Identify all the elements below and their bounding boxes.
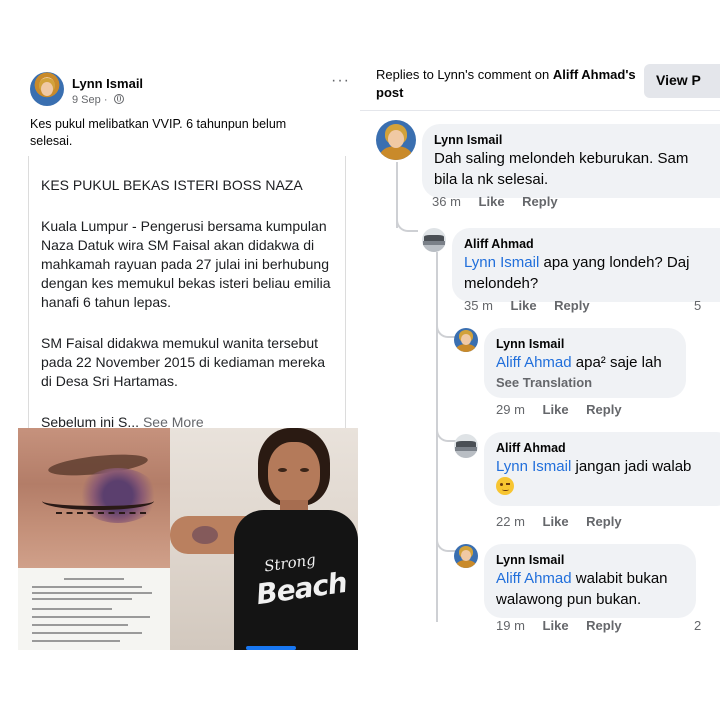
globe-icon bbox=[113, 94, 124, 104]
comment-avatar-aliff[interactable] bbox=[422, 228, 446, 252]
comment-actions: 19 m Like Reply bbox=[496, 618, 636, 633]
comment-actions: 36 m Like Reply bbox=[432, 194, 572, 209]
post-caption: Kes pukul melibatkan VVIP. 6 tahunpun be… bbox=[30, 117, 287, 148]
comment-text-part: apa² saje lah bbox=[571, 354, 662, 371]
more-options-icon[interactable]: ··· bbox=[331, 72, 350, 90]
comment-avatar-lynn[interactable] bbox=[376, 120, 416, 160]
card-body: Kuala Lumpur - Pengerusi bersama kumpula… bbox=[41, 217, 333, 432]
reaction-count[interactable]: 5 bbox=[694, 298, 701, 313]
bruised-eye-photo[interactable] bbox=[18, 428, 170, 568]
like-button[interactable]: Like bbox=[479, 194, 505, 209]
mention-link[interactable]: Lynn Ismail bbox=[464, 254, 539, 271]
comment-author[interactable]: Aliff Ahmad bbox=[496, 440, 720, 456]
comment-text: Aliff Ahmad apa² saje lah bbox=[496, 352, 674, 373]
card-heading: KES PUKUL BEKAS ISTERI BOSS NAZA bbox=[41, 177, 303, 193]
card-paragraph-2: SM Faisal didakwa memukul wanita tersebu… bbox=[41, 335, 326, 389]
comment-author[interactable]: Aliff Ahmad bbox=[464, 236, 720, 252]
comment-text: Lynn Ismail jangan jadi walab bbox=[496, 456, 720, 477]
post-meta: 9 Sep · bbox=[72, 94, 124, 106]
post-author-name[interactable]: Lynn Ismail bbox=[72, 76, 143, 91]
comment-text-emoji-row bbox=[496, 477, 720, 498]
comment-text-part: walabit bukan bbox=[571, 570, 668, 587]
header-post-owner[interactable]: Aliff Ahmad bbox=[553, 67, 625, 82]
comment-time[interactable]: 29 m bbox=[496, 402, 525, 417]
like-button[interactable]: Like bbox=[543, 618, 569, 633]
like-button[interactable]: Like bbox=[543, 514, 569, 529]
comment-actions: 22 m Like Reply bbox=[496, 514, 636, 529]
comment-author[interactable]: Lynn Ismail bbox=[496, 336, 674, 352]
view-post-button[interactable]: View P bbox=[644, 64, 720, 98]
comment-text: Lynn Ismail apa yang londeh? Daj bbox=[464, 252, 720, 273]
reply-button[interactable]: Reply bbox=[586, 618, 621, 633]
header-divider bbox=[360, 110, 720, 111]
reply-button[interactable]: Reply bbox=[586, 514, 621, 529]
comment-avatar-lynn[interactable] bbox=[454, 544, 478, 568]
comment-text: walawong pun bukan. bbox=[496, 591, 642, 608]
reply-button[interactable]: Reply bbox=[522, 194, 557, 209]
court-document-photo[interactable] bbox=[18, 568, 170, 650]
comment-bubble: Lynn Ismail Dah saling melondeh keburuka… bbox=[422, 124, 720, 198]
see-translation-link[interactable]: See Translation bbox=[496, 375, 674, 390]
comment-actions: 35 m Like Reply bbox=[464, 298, 604, 313]
thread-curve-1 bbox=[396, 218, 418, 232]
comment-avatar-aliff[interactable] bbox=[454, 434, 478, 458]
reaction-count[interactable]: 2 bbox=[694, 618, 701, 633]
comment-author[interactable]: Lynn Ismail bbox=[434, 132, 720, 148]
comment-time[interactable]: 36 m bbox=[432, 194, 461, 209]
header-prefix: Replies to Lynn's comment on bbox=[376, 67, 553, 82]
comment-text: Aliff Ahmad walabit bukan bbox=[496, 568, 684, 589]
comment-bubble: Lynn Ismail Aliff Ahmad walabit bukan wa… bbox=[484, 544, 696, 618]
reply-button[interactable]: Reply bbox=[554, 298, 589, 313]
shared-text-card: KES PUKUL BEKAS ISTERI BOSS NAZA Kuala L… bbox=[28, 156, 346, 430]
reply-button[interactable]: Reply bbox=[586, 402, 621, 417]
comment-bubble: Aliff Ahmad Lynn Ismail apa yang londeh?… bbox=[452, 228, 720, 302]
woman-photo[interactable]: Strong Beach bbox=[170, 428, 358, 650]
comment-bubble: Aliff Ahmad Lynn Ismail jangan jadi wala… bbox=[484, 432, 720, 506]
card-paragraph-1: Kuala Lumpur - Pengerusi bersama kumpula… bbox=[41, 218, 331, 310]
mention-link[interactable]: Lynn Ismail bbox=[496, 458, 571, 475]
wink-emoji-icon bbox=[496, 477, 514, 495]
facebook-post: Lynn Ismail 9 Sep · ··· Kes pukul meliba… bbox=[18, 62, 358, 650]
comment-time[interactable]: 35 m bbox=[464, 298, 493, 313]
like-button[interactable]: Like bbox=[511, 298, 537, 313]
comment-text-part: apa yang londeh? Daj bbox=[539, 254, 690, 271]
replies-header: Replies to Lynn's comment on Aliff Ahmad… bbox=[376, 66, 636, 102]
comment-text: melondeh? bbox=[464, 275, 539, 292]
like-button[interactable]: Like bbox=[543, 402, 569, 417]
meta-separator: · bbox=[103, 94, 108, 106]
comment-time[interactable]: 22 m bbox=[496, 514, 525, 529]
comment-actions: 29 m Like Reply bbox=[496, 402, 636, 417]
post-author-avatar[interactable] bbox=[30, 72, 64, 106]
photo-scroll-indicator bbox=[246, 646, 296, 650]
comment-time[interactable]: 19 m bbox=[496, 618, 525, 633]
mention-link[interactable]: Aliff Ahmad bbox=[496, 570, 572, 587]
comment-text: Dah saling melondeh keburukan. Sam bbox=[434, 150, 689, 167]
replies-panel: Replies to Lynn's comment on Aliff Ahmad… bbox=[360, 52, 720, 652]
comment-author[interactable]: Lynn Ismail bbox=[496, 552, 684, 568]
comment-text-part: jangan jadi walab bbox=[571, 458, 692, 475]
mention-link[interactable]: Aliff Ahmad bbox=[496, 354, 572, 371]
comment-text: bila la nk selesai. bbox=[434, 171, 549, 188]
comment-bubble: Lynn Ismail Aliff Ahmad apa² saje lah Se… bbox=[484, 328, 686, 398]
comment-avatar-lynn[interactable] bbox=[454, 328, 478, 352]
post-date[interactable]: 9 Sep bbox=[72, 94, 101, 106]
